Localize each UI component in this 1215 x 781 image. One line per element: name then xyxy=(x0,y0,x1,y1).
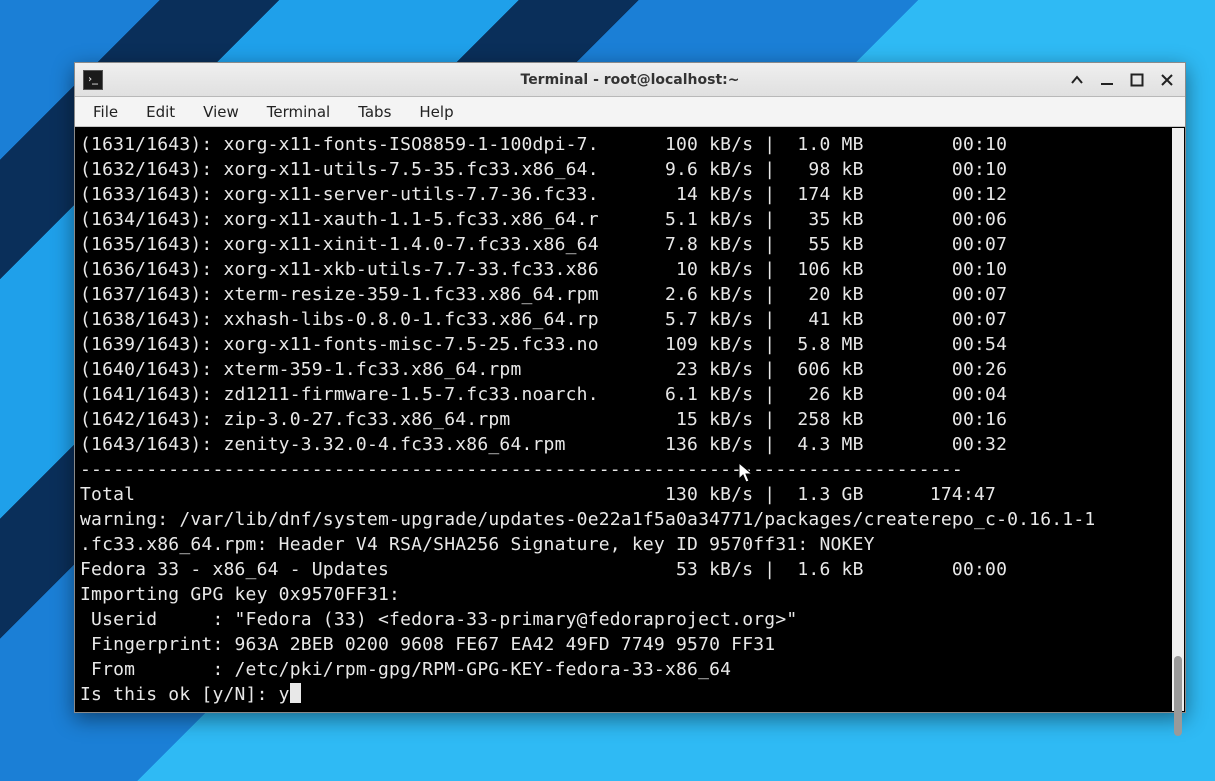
close-button[interactable] xyxy=(1159,72,1175,88)
scrollbar[interactable] xyxy=(1172,128,1184,711)
window-controls xyxy=(1069,72,1185,88)
terminal-app-icon xyxy=(83,70,103,90)
rollup-button[interactable] xyxy=(1069,72,1085,88)
menu-terminal[interactable]: Terminal xyxy=(255,99,342,125)
minimize-button[interactable] xyxy=(1099,72,1115,88)
text-cursor xyxy=(290,683,301,703)
menu-tabs[interactable]: Tabs xyxy=(346,99,403,125)
menubar: File Edit View Terminal Tabs Help xyxy=(75,97,1185,127)
confirm-prompt: Is this ok [y/N]: xyxy=(80,684,279,705)
menu-file[interactable]: File xyxy=(81,99,130,125)
terminal-viewport: (1631/1643): xorg-x11-fonts-ISO8859-1-10… xyxy=(75,127,1185,712)
titlebar[interactable]: Terminal - root@localhost:~ xyxy=(75,63,1185,97)
scrollbar-thumb[interactable] xyxy=(1174,656,1182,736)
menu-edit[interactable]: Edit xyxy=(134,99,187,125)
confirm-input[interactable]: y xyxy=(279,684,290,705)
menu-help[interactable]: Help xyxy=(407,99,465,125)
maximize-button[interactable] xyxy=(1129,72,1145,88)
window-title: Terminal - root@localhost:~ xyxy=(75,72,1185,88)
terminal-output[interactable]: (1631/1643): xorg-x11-fonts-ISO8859-1-10… xyxy=(76,128,1184,711)
terminal-window: Terminal - root@localhost:~ File Edit Vi… xyxy=(74,62,1186,713)
menu-view[interactable]: View xyxy=(191,99,251,125)
